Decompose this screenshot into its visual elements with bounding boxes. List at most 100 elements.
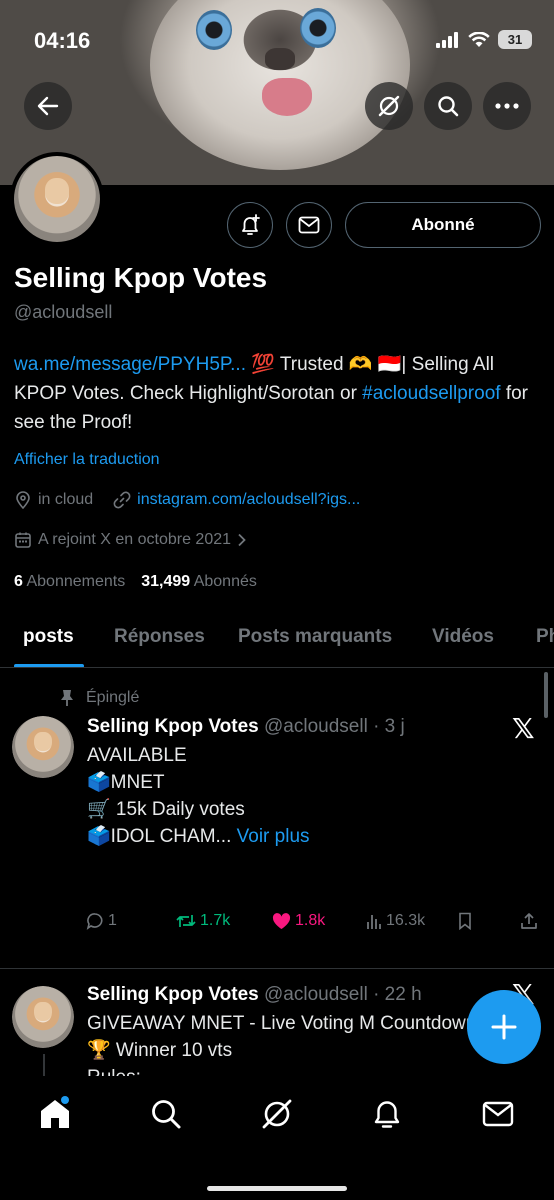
notifications-icon [374,1101,400,1128]
pin-icon [61,690,73,706]
profile-avatar[interactable] [10,152,104,246]
mail-icon [298,216,320,234]
post-meta: @acloudsell · 22 h [264,984,422,1005]
tab-videos[interactable]: Vidéos [432,626,494,648]
bookmark-action[interactable] [458,912,472,930]
following-label: Abonnements [26,573,126,590]
post-avatar[interactable] [12,716,74,778]
grok-button[interactable] [365,82,413,130]
pinned-indicator: Épinglé [60,689,139,707]
search-icon [438,96,459,117]
nav-home[interactable] [35,1094,75,1134]
profile-tabs: posts Réponses Posts marquants Vidéos Ph [0,612,554,668]
post-line: 🗳️MNET [87,772,165,793]
bio-link[interactable]: wa.me/message/PPYH5P... [14,354,246,375]
message-button[interactable] [286,202,332,248]
bottom-navigation [0,1076,554,1200]
signal-icon [436,31,458,48]
followers-stat[interactable]: 31,499 Abonnés [141,573,257,591]
more-icon [495,103,519,109]
following-count: 6 [14,573,23,590]
link-icon [113,491,131,509]
following-button[interactable]: Abonné [345,202,541,248]
battery-indicator: 31 [498,30,532,49]
more-button[interactable] [483,82,531,130]
profile-name: Selling Kpop Votes [14,262,268,293]
tab-posts[interactable]: posts [23,626,74,648]
x-logo-icon: 𝕏 [512,713,535,744]
unread-dot [61,1096,69,1104]
tab-photos[interactable]: Ph [536,626,554,648]
profile-joined-date: A rejoint X en octobre 2021 [38,531,232,548]
avatar-image [14,156,100,242]
post-avatar-image [12,716,74,778]
reply-action[interactable]: 1 [86,912,117,930]
profile-bio: wa.me/message/PPYH5P... 💯 Trusted 🫶 🇮🇩| … [14,350,544,437]
post-line: 🗳️IDOL CHAM... [87,826,232,847]
post-meta: @acloudsell · 3 j [264,716,405,737]
banner-cat-tongue [262,78,312,116]
plus-icon [491,1014,517,1040]
reply-icon [86,913,103,930]
repost-count: 1.7k [200,912,231,929]
bookmark-icon [459,912,471,930]
tab-replies[interactable]: Réponses [114,626,205,648]
search-icon [152,1100,181,1129]
post-line: AVAILABLE [87,745,187,766]
post-line: 🛒 15k Daily votes [87,799,245,820]
back-button[interactable] [24,82,72,130]
scrollbar-thumb[interactable] [544,672,548,718]
repost-icon [176,915,196,927]
status-time: 04:16 [34,28,91,53]
calendar-icon [15,532,31,548]
nav-grok[interactable] [257,1094,297,1134]
show-more-link[interactable]: Voir plus [237,826,310,847]
heart-icon [272,912,291,929]
back-arrow-icon [37,96,59,116]
search-button[interactable] [424,82,472,130]
profile-stats: 6 Abonnements 31,499 Abonnés [14,573,257,591]
translate-link[interactable]: Afficher la traduction [14,451,160,469]
post-author[interactable]: Selling Kpop Votes [87,984,259,1005]
post-header: Selling Kpop Votes @acloudsell · 3 j [87,716,405,738]
post-header: Selling Kpop Votes @acloudsell · 22 h [87,984,422,1006]
post-line-last: 🗳️IDOL CHAM... Voir plus [87,823,310,850]
profile-location: in cloud [38,491,94,508]
profile-joined-row[interactable]: A rejoint X en octobre 2021 [14,531,247,549]
post-divider [0,968,554,969]
profile-handle: @acloudsell [14,302,113,322]
post-avatar-image [12,986,74,1048]
post-author[interactable]: Selling Kpop Votes [87,716,259,737]
views-action[interactable]: 16.3k [366,912,425,930]
following-stat[interactable]: 6 Abonnements [14,573,125,591]
tab-highlights[interactable]: Posts marquants [238,626,392,648]
post-line: 🏆 Winner 10 vts [87,1040,233,1061]
share-icon [521,913,537,929]
nav-search[interactable] [146,1094,186,1134]
grok-icon [378,95,400,117]
profile-website[interactable]: instagram.com/acloudsell?igs... [137,491,360,509]
wifi-icon [468,31,490,47]
followers-count: 31,499 [141,573,191,590]
home-indicator [207,1186,347,1191]
like-count: 1.8k [295,912,326,929]
nav-messages[interactable] [478,1094,518,1134]
compose-button[interactable] [467,990,541,1064]
bio-hashtag[interactable]: #acloudsellproof [362,383,500,404]
views-icon [367,915,381,929]
post-actions: 1 1.7k 1.8k 16.3k [86,912,546,938]
like-action[interactable]: 1.8k [272,912,325,930]
mail-icon [482,1101,514,1127]
nav-notifications[interactable] [367,1094,407,1134]
repost-action[interactable]: 1.7k [176,912,230,930]
status-bar: 04:16 31 [0,0,554,80]
bell-plus-icon [242,214,260,235]
tab-active-indicator [14,664,84,667]
post-body: AVAILABLE 🗳️MNET 🛒 15k Daily votes 🗳️IDO… [87,742,310,850]
location-icon [16,491,30,509]
share-action[interactable] [520,912,538,930]
post-avatar[interactable] [12,986,74,1048]
post-line: GIVEAWAY MNET - Live Voting M Countdown [87,1013,477,1034]
pinned-label: Épinglé [86,689,140,706]
notifications-toggle-button[interactable] [227,202,273,248]
